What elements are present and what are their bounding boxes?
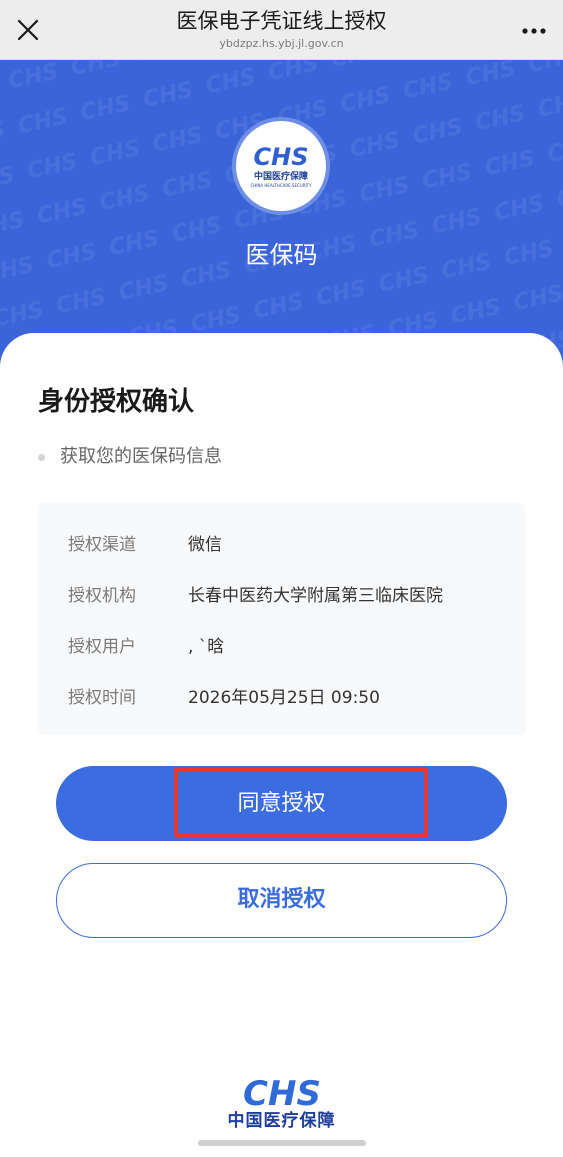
detail-value: 微信 xyxy=(188,535,222,555)
agree-authorize-button[interactable]: 同意授权 xyxy=(56,766,507,841)
footer-logo-text: 中国医疗保障 xyxy=(227,1111,336,1131)
detail-value: 2026年05月25日 09:50 xyxy=(188,688,380,708)
chs-logo-badge: CHS 中国医疗保障 CHINA HEALTHCARE SECURITY xyxy=(232,117,330,215)
footer-chs-logo: CHS xyxy=(230,1073,334,1143)
cancel-authorize-button[interactable]: 取消授权 xyxy=(56,863,507,938)
top-nav-bar: 医保电子凭证线上授权 ybdzpz.hs.ybj.jl.gov.cn xyxy=(0,0,563,60)
detail-label: 授权用户 xyxy=(68,637,136,657)
bullet-dot-icon xyxy=(38,454,45,461)
detail-value: , `晗 xyxy=(188,637,225,657)
footer-logo-mark: CHS xyxy=(243,1074,321,1113)
page-url: ybdzpz.hs.ybj.jl.gov.cn xyxy=(219,37,344,50)
home-indicator[interactable] xyxy=(198,1140,366,1146)
hero-title: 医保码 xyxy=(245,241,318,269)
detail-label: 授权时间 xyxy=(68,688,136,708)
detail-row-institution: 授权机构 长春中医药大学附属第三临床医院 xyxy=(38,583,526,609)
watermark-pattern: CHS xyxy=(0,60,563,370)
page-title: 医保电子凭证线上授权 xyxy=(176,9,387,33)
authorization-details: 授权渠道 微信 授权机构 长春中医药大学附属第三临床医院 授权用户 , `晗 授… xyxy=(38,503,526,735)
detail-label: 授权渠道 xyxy=(68,535,136,555)
detail-value: 长春中医药大学附属第三临床医院 xyxy=(188,586,443,606)
hero-banner: CHS CHS 中国医疗保障 CHINA HEALTHCARE SECURITY… xyxy=(0,60,563,370)
detail-row-user: 授权用户 , `晗 xyxy=(38,634,526,660)
authorization-card: 身份授权确认 获取您的医保码信息 授权渠道 微信 授权机构 长春中医药大学附属第… xyxy=(0,333,563,1157)
logo-en-text: CHINA HEALTHCARE SECURITY xyxy=(250,183,312,188)
detail-label: 授权机构 xyxy=(68,586,136,606)
permission-item: 获取您的医保码信息 xyxy=(60,446,222,467)
logo-cn-text: 中国医疗保障 xyxy=(254,170,308,182)
detail-row-channel: 授权渠道 微信 xyxy=(38,532,526,558)
logo-mark-text: CHS xyxy=(254,143,309,171)
more-horizontal-icon[interactable] xyxy=(519,16,549,44)
detail-row-time: 授权时间 2026年05月25日 09:50 xyxy=(38,685,526,711)
card-title: 身份授权确认 xyxy=(38,387,195,417)
